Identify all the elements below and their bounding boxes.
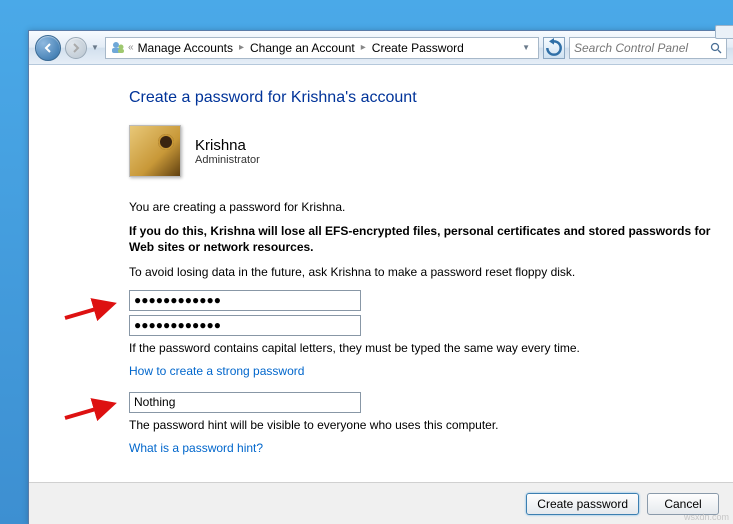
content-area: Create a password for Krishna's account … bbox=[29, 65, 733, 524]
user-name: Krishna bbox=[195, 137, 260, 154]
password-field[interactable] bbox=[129, 290, 361, 311]
annotation-arrow bbox=[61, 298, 121, 322]
navbar: ▼ « Manage Accounts ▸ Change an Account … bbox=[29, 31, 733, 65]
breadcrumb-item[interactable]: Manage Accounts bbox=[136, 41, 235, 55]
avatar bbox=[129, 125, 181, 177]
breadcrumb-item[interactable]: Change an Account bbox=[248, 41, 357, 55]
user-block: Krishna Administrator bbox=[129, 125, 711, 177]
arrow-right-icon bbox=[70, 42, 82, 54]
watermark: wsxdn.com bbox=[684, 512, 729, 522]
forward-button[interactable] bbox=[65, 37, 87, 59]
search-placeholder: Search Control Panel bbox=[574, 41, 688, 55]
page-title: Create a password for Krishna's account bbox=[129, 89, 711, 107]
tip-text: To avoid losing data in the future, ask … bbox=[129, 264, 711, 280]
search-icon bbox=[710, 42, 722, 54]
footer: Create password Cancel bbox=[29, 482, 733, 524]
nav-history-dropdown[interactable]: ▼ bbox=[91, 43, 101, 52]
breadcrumb[interactable]: « Manage Accounts ▸ Change an Account ▸ … bbox=[105, 37, 539, 59]
back-button[interactable] bbox=[35, 35, 61, 61]
chevron-right-icon: ▸ bbox=[237, 42, 246, 53]
hint-field[interactable] bbox=[129, 392, 361, 413]
refresh-button[interactable] bbox=[543, 37, 565, 59]
users-icon bbox=[110, 40, 126, 56]
user-role: Administrator bbox=[195, 154, 260, 166]
breadcrumb-item[interactable]: Create Password bbox=[370, 41, 466, 55]
breadcrumb-overflow-icon[interactable]: « bbox=[128, 42, 134, 53]
intro-text: You are creating a password for Krishna. bbox=[129, 199, 711, 215]
breadcrumb-dropdown[interactable]: ▼ bbox=[518, 43, 534, 52]
window-control-stub bbox=[715, 25, 733, 39]
strong-password-link[interactable]: How to create a strong password bbox=[129, 364, 304, 378]
create-password-button[interactable]: Create password bbox=[526, 493, 639, 515]
search-input[interactable]: Search Control Panel bbox=[569, 37, 727, 59]
annotation-arrow bbox=[61, 398, 121, 422]
refresh-icon bbox=[544, 38, 564, 58]
control-panel-window: ▼ « Manage Accounts ▸ Change an Account … bbox=[28, 30, 733, 524]
caps-note: If the password contains capital letters… bbox=[129, 340, 711, 356]
password-hint-link[interactable]: What is a password hint? bbox=[129, 441, 263, 455]
arrow-left-icon bbox=[42, 42, 54, 54]
warning-text: If you do this, Krishna will lose all EF… bbox=[129, 223, 711, 255]
hint-note: The password hint will be visible to eve… bbox=[129, 417, 711, 433]
confirm-password-field[interactable] bbox=[129, 315, 361, 336]
chevron-right-icon: ▸ bbox=[359, 42, 368, 53]
